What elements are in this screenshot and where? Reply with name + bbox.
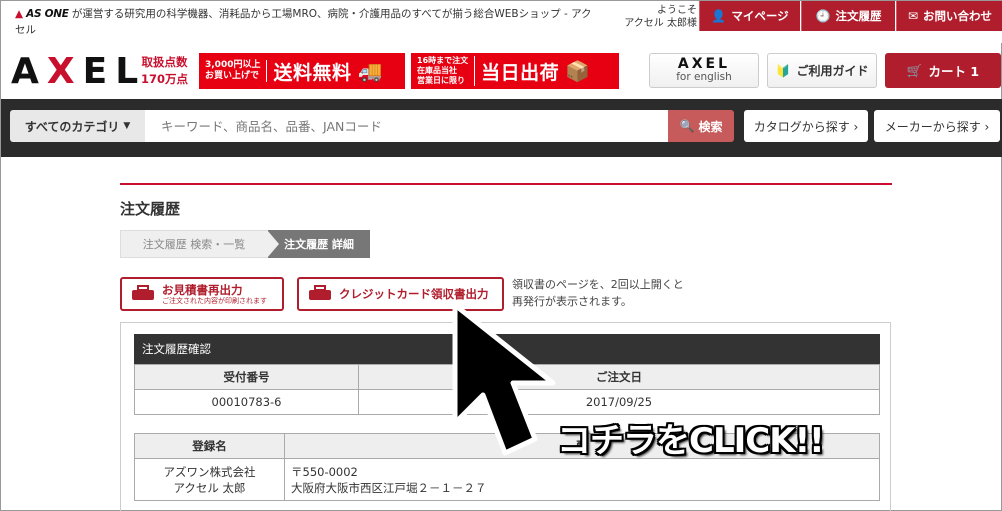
printer-icon xyxy=(309,285,331,303)
search-button[interactable]: 🔍 検索 xyxy=(668,110,734,142)
english-site-button[interactable]: AXEL for english xyxy=(649,53,759,88)
main-content: 注文履歴 注文履歴 検索・一覧 注文履歴 詳細 お見積書再出力 ご注文された内容… xyxy=(120,183,892,511)
same-day-shipping-banner[interactable]: 16時まで注文 在庫品当社 営業日に限り 当日出荷 📦 xyxy=(411,53,619,89)
site-tagline: ▲ AS ONE が運営する研究用の科学機器、消耗品から工場MRO、病院・介護用… xyxy=(15,8,592,36)
step-search-list[interactable]: 注文履歴 検索・一覧 xyxy=(120,230,279,258)
cart-icon: 🛒 xyxy=(906,62,923,78)
box-icon: 📦 xyxy=(565,59,591,83)
order-date-value: 2017/09/25 xyxy=(358,389,880,415)
receipt-no-header: 受付番号 xyxy=(134,364,359,390)
quote-reprint-button[interactable]: お見積書再出力 ご注文された内容が印刷されます xyxy=(120,277,284,311)
address-value: 〒550-0002 大阪府大阪市西区江戸堀２－１－２７ xyxy=(284,458,880,501)
asone-logo[interactable]: ▲ AS ONE xyxy=(15,8,69,20)
mypage-button[interactable]: 👤 マイページ xyxy=(699,1,800,31)
page-title: 注文履歴 xyxy=(120,200,181,218)
step-detail: 注文履歴 詳細 xyxy=(268,230,370,258)
registered-name-value: アズワン株式会社 アクセル 太郎 xyxy=(134,458,285,501)
mail-icon: ✉ xyxy=(907,9,919,23)
printer-icon xyxy=(132,285,154,303)
user-guide-button[interactable]: 🔰 ご利用ガイド xyxy=(767,53,877,88)
axel-logo[interactable]: AXEL xyxy=(11,51,146,92)
receipt-no-value: 00010783-6 xyxy=(134,389,359,415)
cart-button[interactable]: 🛒 カート 1 xyxy=(885,53,1001,88)
beginner-mark-icon: 🔰 xyxy=(775,63,791,78)
truck-icon: 🚚 xyxy=(357,59,383,83)
category-select[interactable]: すべてのカテゴリ ▼ xyxy=(10,110,145,142)
click-here-label: コチラをCLICK!! xyxy=(557,421,825,461)
breadcrumb-steps: 注文履歴 検索・一覧 注文履歴 詳細 xyxy=(120,230,370,258)
maker-search-button[interactable]: メーカーから探す › xyxy=(874,110,1000,142)
clock-icon: 🕘 xyxy=(815,9,831,23)
free-shipping-banner[interactable]: 3,000円以上 お買い上げで 送料無料 🚚 xyxy=(199,53,405,89)
search-bar: すべてのカテゴリ ▼ 🔍 検索 カタログから探す › メーカーから探す › xyxy=(1,99,1002,157)
user-icon: 👤 xyxy=(711,9,727,23)
contact-button[interactable]: ✉ お問い合わせ xyxy=(896,1,1002,31)
search-input[interactable] xyxy=(145,110,669,142)
top-strip: ▲ AS ONE が運営する研究用の科学機器、消耗品から工場MRO、病院・介護用… xyxy=(1,1,1002,43)
item-count: 取扱点数 170万点 xyxy=(141,55,189,86)
order-history-button[interactable]: 🕘 注文履歴 xyxy=(801,1,895,31)
welcome-text: ようこそ アクセル 太郎様 xyxy=(624,5,697,29)
title-rule xyxy=(120,183,892,185)
search-icon: 🔍 xyxy=(679,119,695,133)
catalog-search-button[interactable]: カタログから探す › xyxy=(744,110,868,142)
registered-name-header: 登録名 xyxy=(134,433,285,459)
order-date-header: ご注文日 xyxy=(358,364,880,390)
caret-down-icon: ▼ xyxy=(123,121,131,131)
